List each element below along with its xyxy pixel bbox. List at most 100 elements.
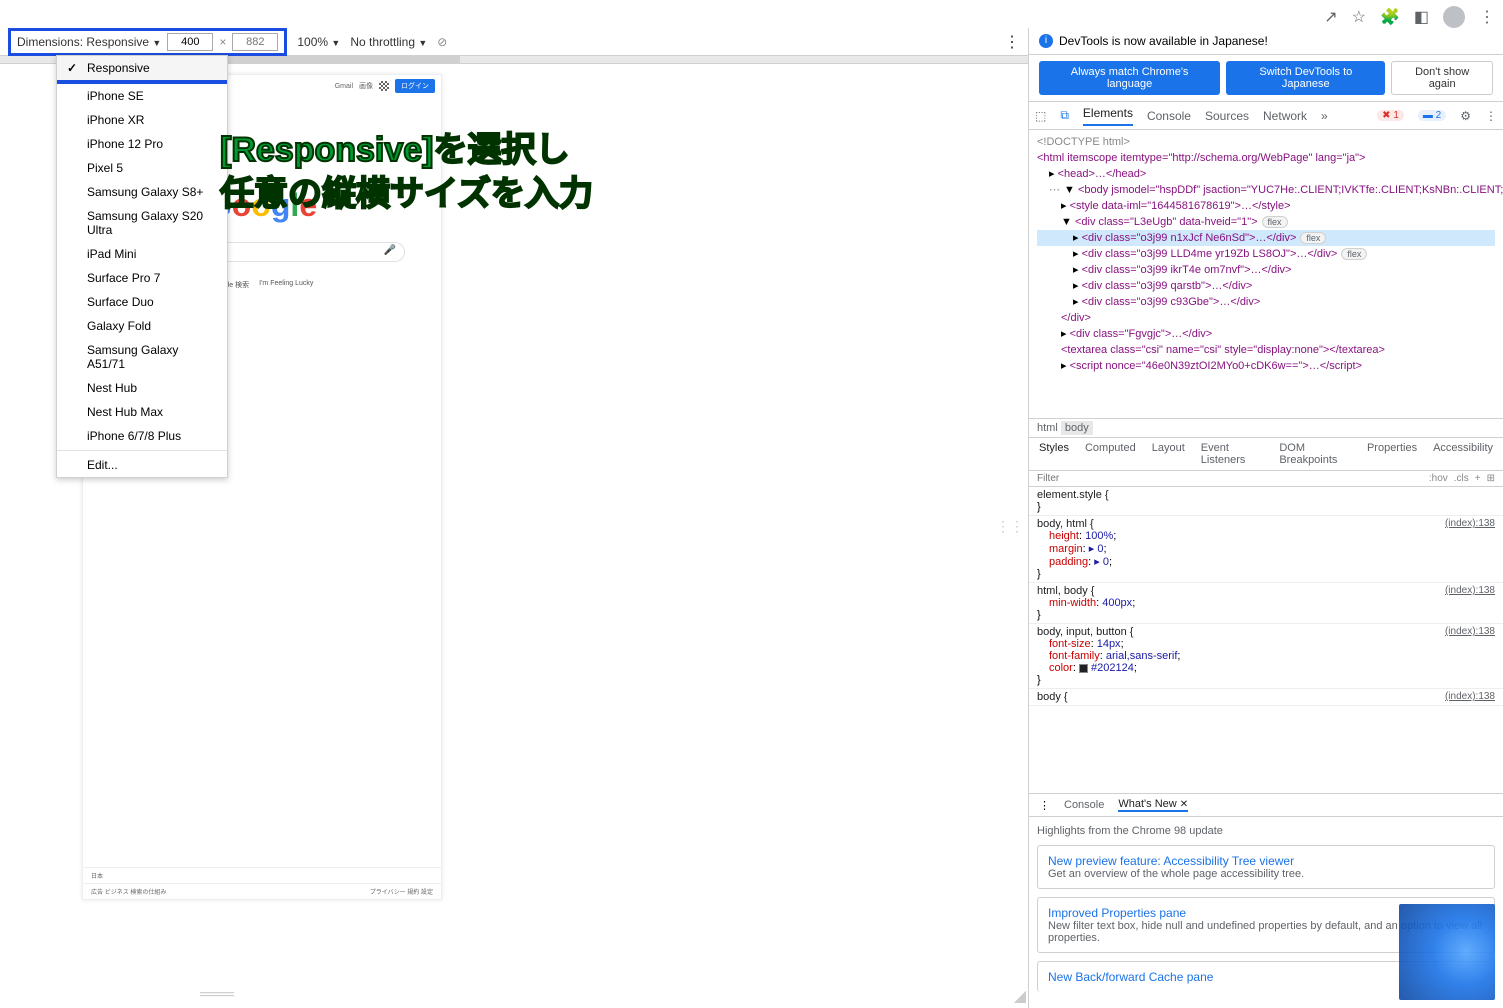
new-rule-button[interactable]: + [1475, 473, 1481, 484]
apps-icon[interactable] [379, 81, 389, 91]
device-option[interactable]: iPhone 6/7/8 Plus [57, 424, 227, 448]
tab-sources[interactable]: Sources [1205, 109, 1249, 123]
footer-link[interactable]: ビジネス [105, 890, 129, 896]
images-link[interactable]: 画像 [359, 81, 373, 91]
device-emulation-area: Dimensions: Responsive ▼ × 100% ▼ No thr… [0, 28, 1029, 1008]
device-toolbar: Dimensions: Responsive ▼ × 100% ▼ No thr… [0, 28, 1028, 56]
close-icon[interactable]: ✕ [1180, 799, 1188, 810]
stab-event-listeners[interactable]: Event Listeners [1201, 442, 1264, 466]
footer-link[interactable]: 設定 [421, 890, 433, 896]
browser-toolbar-icons: ↗ ☆ 🧩 ◧ ⋮ [1324, 6, 1495, 28]
devtools-panel: i DevTools is now available in Japanese!… [1029, 28, 1503, 1008]
error-badge[interactable]: ✖ 1 [1377, 110, 1404, 121]
more-options-icon[interactable]: ⋮ [1004, 32, 1020, 52]
breadcrumb-item[interactable]: html [1037, 422, 1058, 434]
height-input[interactable] [232, 33, 278, 51]
hov-toggle[interactable]: :hov [1429, 473, 1448, 484]
drawer-menu-icon[interactable]: ⋮ [1039, 799, 1050, 812]
stab-properties[interactable]: Properties [1367, 442, 1417, 466]
whats-new-title: Highlights from the Chrome 98 update [1037, 825, 1495, 837]
footer-link[interactable]: 広告 [91, 890, 103, 896]
inspect-icon[interactable]: ⬚ [1035, 109, 1046, 123]
login-button[interactable]: ログイン [395, 79, 435, 93]
chevron-down-icon: ▼ [331, 38, 340, 48]
device-dropdown-menu: Responsive iPhone SE iPhone XR iPhone 12… [56, 55, 228, 478]
device-option[interactable]: iPhone 12 Pro [57, 132, 227, 156]
lucky-button[interactable]: I'm Feeling Lucky [259, 280, 313, 290]
stab-dom-breakpoints[interactable]: DOM Breakpoints [1279, 442, 1351, 466]
info-badge[interactable]: ▬ 2 [1418, 110, 1446, 121]
extensions-icon[interactable]: 🧩 [1380, 7, 1400, 27]
tab-console[interactable]: Console [1147, 109, 1191, 123]
switch-japanese-button[interactable]: Switch DevTools to Japanese [1226, 61, 1385, 95]
stab-computed[interactable]: Computed [1085, 442, 1136, 466]
device-option[interactable]: Surface Pro 7 [57, 266, 227, 290]
stab-styles[interactable]: Styles [1039, 442, 1069, 466]
drawer-tab-console[interactable]: Console [1064, 799, 1104, 811]
tab-elements[interactable]: Elements [1083, 106, 1133, 126]
source-link[interactable]: (index):138 [1445, 518, 1495, 529]
info-icon: i [1039, 34, 1053, 48]
device-option-responsive[interactable]: Responsive [57, 56, 227, 84]
drawer-tab-whatsnew[interactable]: What's New ✕ [1118, 798, 1188, 812]
drawer-tabs: ⋮ Console What's New ✕ [1029, 794, 1503, 817]
stab-accessibility[interactable]: Accessibility [1433, 442, 1493, 466]
device-option[interactable]: iPad Mini [57, 242, 227, 266]
chevron-down-icon: ▼ [418, 38, 427, 48]
device-option-edit[interactable]: Edit... [57, 453, 227, 477]
more-tabs-icon[interactable]: » [1321, 109, 1328, 123]
styles-pane[interactable]: element.style { } (index):138 body, html… [1029, 487, 1503, 793]
stab-layout[interactable]: Layout [1152, 442, 1185, 466]
styles-filter-input[interactable] [1037, 473, 1423, 484]
source-link[interactable]: (index):138 [1445, 626, 1495, 637]
footer-link[interactable]: プライバシー [370, 890, 406, 896]
kebab-icon[interactable]: ⋮ [1485, 109, 1497, 123]
tab-network[interactable]: Network [1263, 109, 1307, 123]
infobar-buttons: Always match Chrome's language Switch De… [1029, 55, 1503, 102]
share-icon[interactable]: ↗ [1324, 7, 1337, 27]
throttling-dropdown[interactable]: No throttling ▼ [350, 35, 427, 49]
always-match-button[interactable]: Always match Chrome's language [1039, 61, 1220, 95]
menu-icon[interactable]: ⋮ [1479, 7, 1495, 27]
gear-icon[interactable]: ⚙ [1460, 109, 1471, 123]
computed-toggle-icon[interactable]: ⊞ [1487, 473, 1495, 484]
device-option[interactable]: Samsung Galaxy S20 Ultra [57, 204, 227, 242]
avatar[interactable] [1443, 6, 1465, 28]
no-throttle-icon[interactable]: ⊘ [437, 35, 447, 49]
dimensions-highlighted-box: Dimensions: Responsive ▼ × [8, 28, 287, 56]
whats-new-graphic [1399, 904, 1495, 1000]
dom-tree[interactable]: <!DOCTYPE html> <html itemscope itemtype… [1029, 130, 1503, 418]
side-panel-icon[interactable]: ◧ [1414, 7, 1429, 27]
device-option[interactable]: Samsung Galaxy S8+ [57, 180, 227, 204]
dimensions-dropdown[interactable]: Dimensions: Responsive ▼ [17, 35, 161, 49]
footer-link[interactable]: 規約 [407, 890, 419, 896]
device-toggle-icon[interactable]: ⧉ [1060, 108, 1069, 123]
breadcrumb-item[interactable]: body [1061, 421, 1093, 435]
source-link[interactable]: (index):138 [1445, 585, 1495, 596]
device-option[interactable]: Samsung Galaxy A51/71 [57, 338, 227, 376]
footer-link[interactable]: 検索の仕組み [130, 890, 166, 896]
dont-show-button[interactable]: Don't show again [1391, 61, 1493, 95]
infobar-text: DevTools is now available in Japanese! [1059, 34, 1268, 48]
device-option[interactable]: iPhone SE [57, 84, 227, 108]
zoom-dropdown[interactable]: 100% ▼ [297, 35, 340, 49]
device-option[interactable]: iPhone XR [57, 108, 227, 132]
device-option[interactable]: Galaxy Fold [57, 314, 227, 338]
resize-handle-bottom[interactable]: ═══ [200, 986, 234, 1004]
whats-new-body: Highlights from the Chrome 98 update New… [1029, 817, 1503, 1008]
dom-breadcrumb: html body [1029, 418, 1503, 438]
emulated-footer: 日本 広告 ビジネス 検索の仕組み プライバシー 規約 設定 [83, 867, 441, 899]
whats-new-card[interactable]: New preview feature: Accessibility Tree … [1037, 845, 1495, 889]
resize-handle-corner[interactable]: ◢ [1014, 986, 1026, 1006]
cls-toggle[interactable]: .cls [1454, 473, 1469, 484]
selected-dom-node[interactable]: ▸ <div class="o3j99 n1xJcf Ne6nSd">…</di… [1037, 230, 1495, 246]
gmail-link[interactable]: Gmail [335, 83, 353, 90]
device-option[interactable]: Surface Duo [57, 290, 227, 314]
device-option[interactable]: Pixel 5 [57, 156, 227, 180]
width-input[interactable] [167, 33, 213, 51]
resize-handle-right[interactable]: ⋮⋮ [996, 518, 1024, 535]
source-link[interactable]: (index):138 [1445, 691, 1495, 702]
device-option[interactable]: Nest Hub Max [57, 400, 227, 424]
star-icon[interactable]: ☆ [1352, 7, 1366, 27]
device-option[interactable]: Nest Hub [57, 376, 227, 400]
